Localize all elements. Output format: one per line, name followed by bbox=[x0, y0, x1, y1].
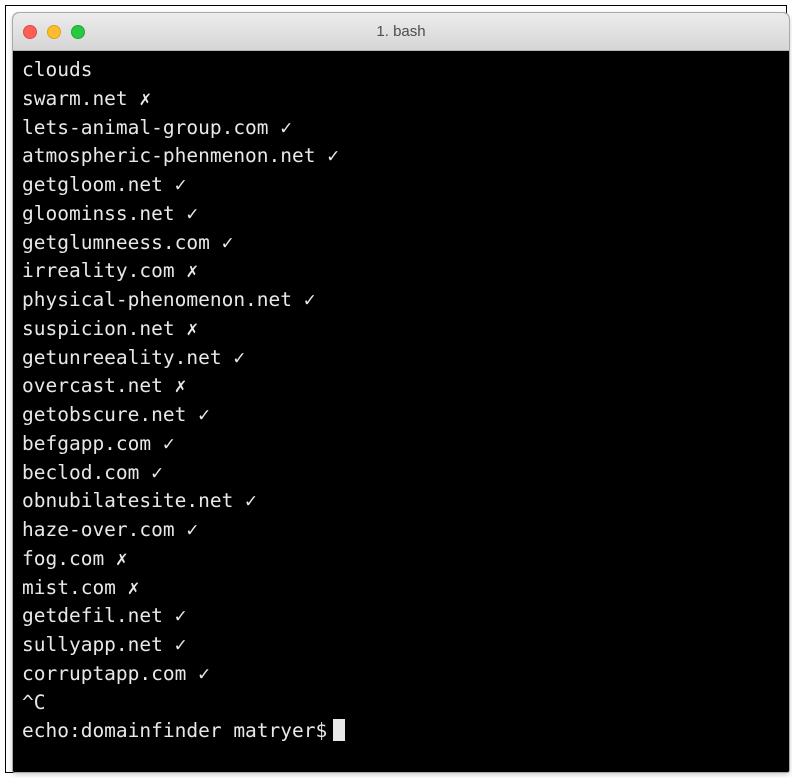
output-line: getglumneess.com ✓ bbox=[22, 230, 234, 254]
output-line: getobscure.net ✓ bbox=[22, 403, 210, 426]
output-line: obnubilatesite.net ✓ bbox=[22, 489, 257, 513]
output-line: getdefil.net ✓ bbox=[22, 604, 187, 628]
text-cursor bbox=[333, 719, 346, 742]
output-line: gloominss.net ✓ bbox=[22, 201, 199, 225]
output-line: suspicion.net ✗ bbox=[22, 316, 199, 340]
output-line: corruptapp.com ✓ bbox=[22, 661, 210, 685]
output-line: fog.com ✗ bbox=[22, 546, 128, 570]
output-line: clouds bbox=[22, 58, 93, 81]
terminal-window: 1. bash clouds swarm.net ✗ lets-animal-g… bbox=[13, 13, 789, 772]
title-bar[interactable]: 1. bash bbox=[13, 13, 789, 51]
output-line: getunreeality.net ✓ bbox=[22, 345, 246, 369]
shell-prompt: echo:domainfinder matryer$ bbox=[22, 719, 328, 743]
output-line: atmospheric-phenmenon.net ✓ bbox=[22, 144, 339, 168]
output-line: irreality.com ✗ bbox=[22, 259, 199, 283]
output-line: befgapp.com ✓ bbox=[22, 431, 175, 455]
output-line: ^C bbox=[22, 690, 46, 714]
output-line: lets-animal-group.com ✓ bbox=[22, 115, 293, 139]
output-line: haze-over.com ✓ bbox=[22, 518, 199, 541]
output-line: overcast.net ✗ bbox=[22, 374, 187, 398]
output-line: sullyapp.net ✓ bbox=[22, 633, 187, 656]
output-line: physical-phenomenon.net ✓ bbox=[22, 288, 316, 311]
output-line: mist.com ✗ bbox=[22, 575, 140, 599]
output-line: swarm.net ✗ bbox=[22, 86, 152, 110]
terminal-output[interactable]: clouds swarm.net ✗ lets-animal-group.com… bbox=[13, 51, 789, 772]
prompt-line[interactable]: echo:domainfinder matryer$ bbox=[22, 717, 789, 746]
window-title: 1. bash bbox=[376, 23, 426, 40]
output-line: getgloom.net ✓ bbox=[22, 173, 187, 196]
output-line: beclod.com ✓ bbox=[22, 460, 163, 484]
